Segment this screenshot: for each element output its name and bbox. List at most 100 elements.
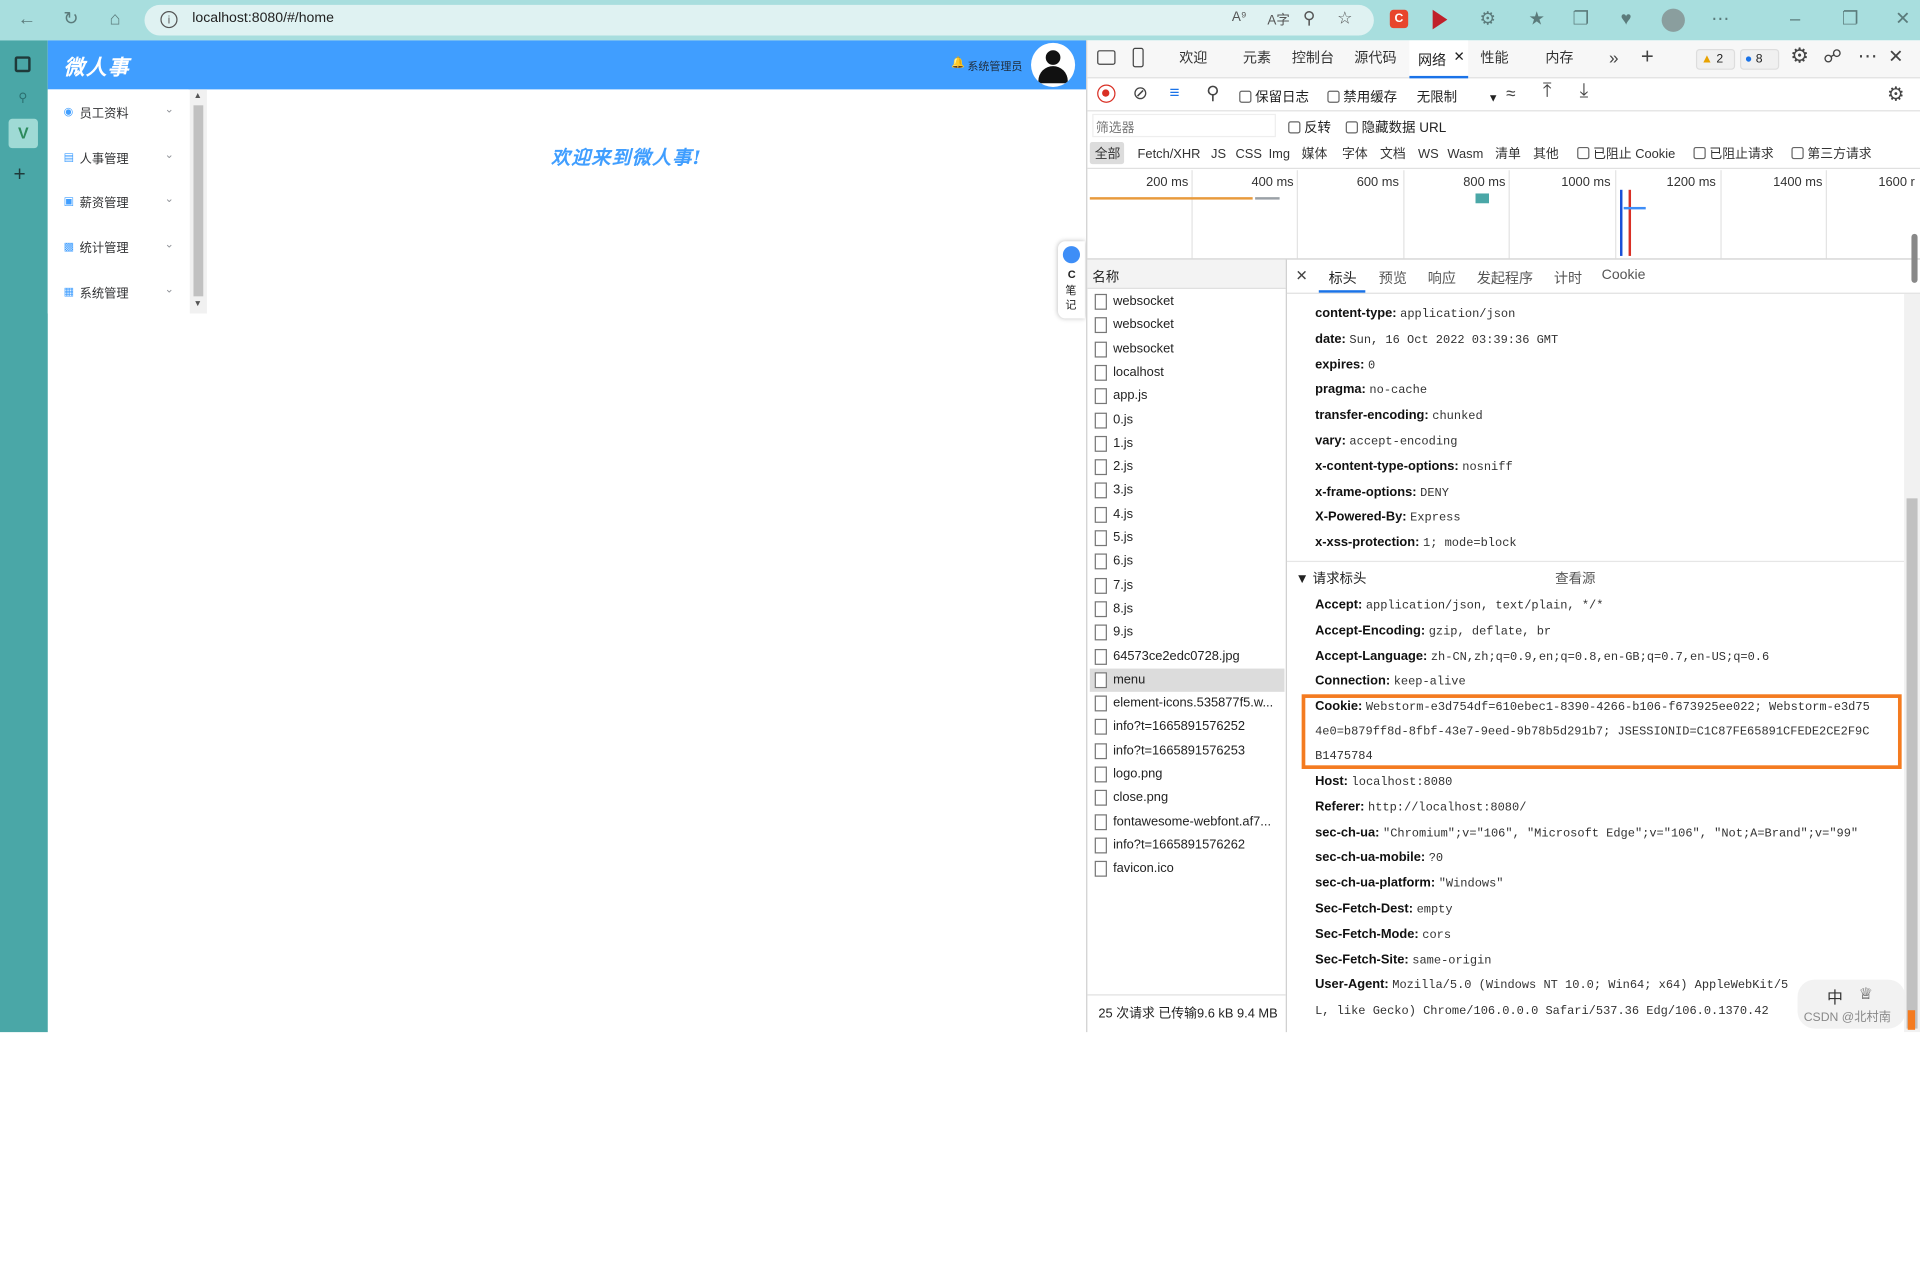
url-text[interactable]: localhost:8080/#/home	[192, 11, 334, 26]
more-tabs-icon[interactable]: »	[1609, 48, 1619, 68]
close-window-icon[interactable]: ✕	[1889, 6, 1916, 33]
sidebar-item-employee[interactable]: ◉ 员工资料 ⌄	[48, 89, 189, 133]
browser-essentials-icon[interactable]: ♥	[1613, 6, 1640, 33]
type-manifest[interactable]: 清单	[1495, 146, 1521, 163]
request-header[interactable]: Host: localhost:8080	[1315, 773, 1452, 791]
request-header[interactable]: sec-ch-ua-mobile: ?0	[1315, 849, 1443, 867]
extensions-icon[interactable]: ⚙	[1474, 6, 1501, 33]
request-header[interactable]: User-Agent: Mozilla/5.0 (Windows NT 10.0…	[1315, 976, 1788, 994]
request-row[interactable]: favicon.ico	[1090, 857, 1285, 881]
type-doc[interactable]: 文档	[1380, 146, 1406, 163]
collections-icon[interactable]: ❐	[1567, 6, 1594, 33]
request-row[interactable]: logo.png	[1090, 763, 1285, 787]
request-row[interactable]: localhost	[1090, 361, 1285, 385]
close-tab-icon[interactable]: ✕	[1453, 49, 1464, 65]
new-tab-icon[interactable]: +	[13, 163, 25, 187]
sidebar-scroll-thumb[interactable]	[193, 105, 204, 297]
user-name[interactable]: 系统管理员	[967, 58, 1022, 74]
tab-console[interactable]: 控制台	[1292, 40, 1334, 78]
devtools-more-icon[interactable]: ⋯	[1858, 44, 1878, 68]
preserve-log-checkbox[interactable]: 保留日志	[1239, 87, 1309, 107]
response-header[interactable]: vary: accept-encoding	[1315, 432, 1457, 450]
request-header[interactable]: Sec-Fetch-Site: same-origin	[1315, 951, 1491, 969]
blocked-requests-checkbox[interactable]: 已阻止请求	[1693, 146, 1774, 163]
info-icon[interactable]: i	[160, 11, 178, 29]
tab-sources[interactable]: 源代码	[1354, 40, 1396, 78]
name-column-header[interactable]: 名称	[1087, 259, 1286, 289]
blocked-cookies-checkbox[interactable]: 已阻止 Cookie	[1577, 146, 1675, 163]
request-row[interactable]: 3.js	[1090, 479, 1285, 503]
device-toggle-icon[interactable]	[1132, 47, 1144, 68]
profile-avatar[interactable]	[1661, 8, 1685, 32]
request-header[interactable]: sec-ch-ua-platform: "Windows"	[1315, 875, 1503, 893]
filter-input[interactable]: 筛选器	[1092, 113, 1276, 138]
type-css[interactable]: CSS	[1236, 146, 1262, 163]
response-header[interactable]: x-xss-protection: 1; mode=block	[1315, 534, 1516, 552]
tab-actions-icon[interactable]	[14, 56, 31, 73]
response-header[interactable]: transfer-encoding: chunked	[1315, 407, 1483, 425]
scroll-up-arrow[interactable]: ▲	[193, 92, 201, 101]
favorite-add-icon[interactable]: ☆	[1337, 7, 1352, 28]
detail-tab-headers[interactable]: 标头	[1329, 268, 1357, 288]
request-row[interactable]: fontawesome-webfont.af7...	[1090, 810, 1285, 834]
request-row[interactable]: 4.js	[1090, 503, 1285, 527]
disable-cache-checkbox[interactable]: 禁用缓存	[1327, 87, 1397, 107]
bell-icon[interactable]: 🔔	[951, 56, 965, 69]
request-row[interactable]: 6.js	[1090, 550, 1285, 574]
response-header[interactable]: x-frame-options: DENY	[1315, 483, 1449, 501]
request-header[interactable]: Sec-Fetch-Dest: empty	[1315, 900, 1452, 918]
request-row[interactable]: info?t=1665891576262	[1090, 834, 1285, 858]
address-bar[interactable]: i localhost:8080/#/home A⁹ A字 ⚲ ☆	[144, 4, 1374, 36]
network-settings-icon[interactable]: ⚙	[1887, 82, 1905, 106]
request-header[interactable]: Accept-Language: zh-CN,zh;q=0.9,en;q=0.8…	[1315, 647, 1769, 665]
close-detail-icon[interactable]: ✕	[1296, 267, 1308, 284]
import-har-icon[interactable]: ⤒	[1543, 81, 1552, 103]
clear-icon[interactable]: ⊘	[1133, 82, 1148, 104]
detail-scroll-thumb[interactable]	[1906, 498, 1918, 1029]
record-icon[interactable]	[1097, 84, 1116, 103]
messages-badge[interactable]: ● 8	[1740, 48, 1780, 70]
request-header[interactable]: Sec-Fetch-Mode: cors	[1315, 925, 1451, 943]
request-row[interactable]: app.js	[1090, 385, 1285, 409]
request-row[interactable]: websocket	[1090, 337, 1285, 361]
detail-tab-response[interactable]: 响应	[1428, 268, 1456, 288]
type-all[interactable]: 全部	[1095, 146, 1121, 163]
network-conditions-icon[interactable]: ≈	[1506, 83, 1515, 103]
zoom-icon[interactable]: ⚲	[1303, 7, 1316, 28]
request-header[interactable]: sec-ch-ua: "Chromium";v="106", "Microsof…	[1315, 824, 1858, 842]
split-divider[interactable]	[1285, 259, 1287, 1033]
type-img[interactable]: Img	[1269, 146, 1290, 163]
detail-tab-timing[interactable]: 计时	[1554, 268, 1582, 288]
request-row[interactable]: 5.js	[1090, 527, 1285, 551]
request-row[interactable]: websocket	[1090, 314, 1285, 338]
tab-memory[interactable]: 内存	[1545, 40, 1573, 78]
hide-data-url-checkbox[interactable]: 隐藏数据 URL	[1345, 118, 1446, 138]
csdn-note-widget[interactable]: C 笔 记	[1057, 241, 1085, 319]
type-ws[interactable]: WS	[1418, 146, 1439, 163]
response-header[interactable]: pragma: no-cache	[1315, 381, 1427, 399]
response-header[interactable]: X-Powered-By: Express	[1315, 509, 1460, 527]
type-wasm[interactable]: Wasm	[1447, 146, 1483, 163]
response-header[interactable]: content-type: application/json	[1315, 305, 1515, 323]
type-fetch-xhr[interactable]: Fetch/XHR	[1138, 146, 1201, 163]
minimize-icon[interactable]: –	[1782, 6, 1809, 33]
tab-welcome[interactable]: 欢迎	[1179, 40, 1207, 78]
response-header[interactable]: date: Sun, 16 Oct 2022 03:39:36 GMT	[1315, 330, 1558, 348]
tab-performance[interactable]: 性能	[1480, 40, 1508, 78]
sidebar-item-system[interactable]: ▦ 系统管理 ⌄	[48, 269, 189, 313]
search-tabs-icon[interactable]: ⚲	[18, 92, 27, 105]
request-row[interactable]: 8.js	[1090, 597, 1285, 621]
invert-checkbox[interactable]: 反转	[1288, 118, 1331, 138]
type-js[interactable]: JS	[1211, 146, 1226, 163]
request-header[interactable]: Connection: keep-alive	[1315, 673, 1466, 691]
request-header[interactable]: Referer: http://localhost:8080/	[1315, 798, 1526, 816]
customize-icon[interactable]: ☍	[1823, 45, 1842, 68]
request-row[interactable]: element-icons.535877f5.w...	[1090, 692, 1285, 716]
inspect-icon[interactable]	[1097, 50, 1116, 65]
sidebar-item-salary[interactable]: ▣ 薪资管理 ⌄	[48, 179, 189, 223]
type-media[interactable]: 媒体	[1302, 146, 1328, 163]
sidebar-item-personnel[interactable]: ▤ 人事管理 ⌄	[48, 135, 189, 179]
filter-icon[interactable]: ≡	[1169, 82, 1179, 102]
cookie-header[interactable]: Cookie: Webstorm-e3d754df=610ebec1-8390-…	[1315, 698, 1870, 716]
search-icon[interactable]: ⚲	[1206, 82, 1219, 104]
